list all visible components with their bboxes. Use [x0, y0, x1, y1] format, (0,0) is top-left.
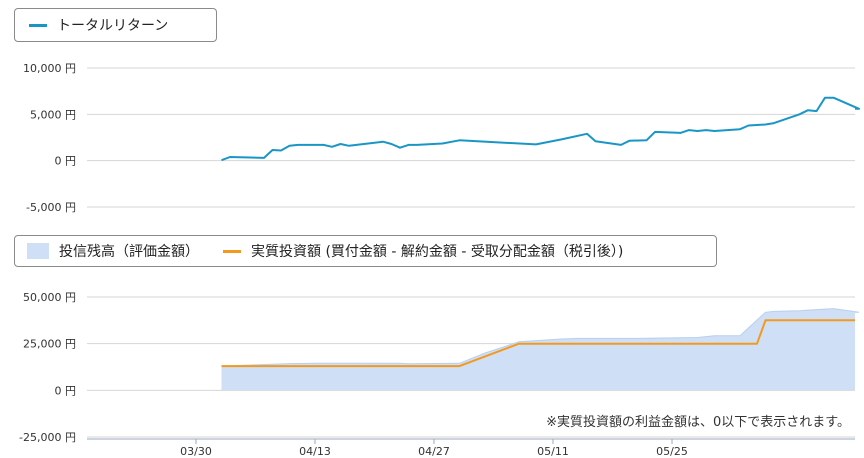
- chart-svg: 10,000 円 5,000 円 0 円 -5,000 円 50,000 円 25,00…: [19, 62, 860, 458]
- legend-label-net-investment: 実質投資額 (買付金額 - 解約金額 - 受取分配金額（税引後）): [251, 244, 624, 260]
- valuation-swatch: [27, 243, 49, 259]
- x-tick-label: 05/25: [656, 445, 688, 458]
- balance-legend: 投信残高（評価金額） 実質投資額 (買付金額 - 解約金額 - 受取分配金額（税…: [14, 235, 717, 267]
- legend-item-total-return[interactable]: トータルリターン: [29, 15, 168, 35]
- net-investment-swatch: [223, 249, 241, 253]
- x-tick-label: 04/13: [299, 445, 331, 458]
- total-return-y-tick-label: 5,000 円: [30, 108, 76, 121]
- x-tick-label: 05/11: [537, 445, 569, 458]
- total-return-chart: 10,000 円 5,000 円 0 円 -5,000 円: [23, 62, 860, 214]
- legend-label-total-return: トータルリターン: [57, 18, 169, 34]
- x-tick-label: 04/27: [418, 445, 450, 458]
- valuation-area: [221, 308, 859, 391]
- total-return-y-tick-label: 0 円: [55, 155, 77, 168]
- total-return-legend: トータルリターン: [14, 8, 217, 42]
- total-return-line: [221, 96, 860, 162]
- x-axis: 03/30 04/13 04/27 05/11 05/25: [87, 438, 855, 458]
- total-return-y-tick-label: 10,000 円: [23, 62, 76, 75]
- note-text: ※実質投資額の利益金額は、0以下で表示されます。: [546, 415, 850, 430]
- legend-item-valuation[interactable]: 投信残高（評価金額）: [27, 241, 199, 261]
- legend-item-net-investment[interactable]: 実質投資額 (買付金額 - 解約金額 - 受取分配金額（税引後）): [223, 241, 623, 261]
- total-return-y-tick-label: -5,000 円: [26, 201, 76, 214]
- balance-y-tick-label: 25,000 円: [23, 338, 76, 351]
- x-tick-label: 03/30: [180, 445, 212, 458]
- legend-label-valuation: 投信残高（評価金額）: [59, 244, 199, 260]
- balance-y-tick-label: -25,000 円: [19, 431, 76, 444]
- balance-y-tick-label: 0 円: [55, 384, 77, 397]
- total-return-swatch: [29, 23, 47, 27]
- balance-y-tick-label: 50,000 円: [23, 291, 76, 304]
